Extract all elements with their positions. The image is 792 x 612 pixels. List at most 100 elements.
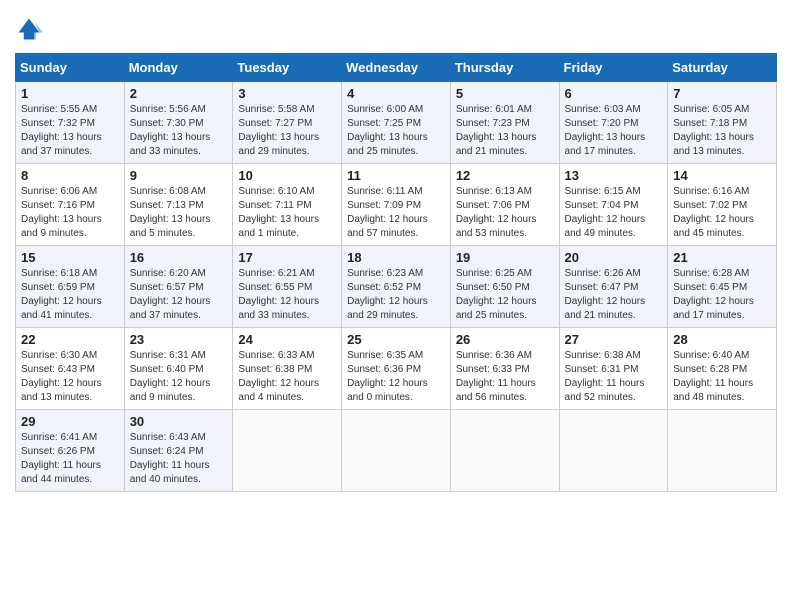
- calendar-cell: 2 Sunrise: 5:56 AM Sunset: 7:30 PM Daylig…: [124, 82, 233, 164]
- calendar-cell: 11Sunrise: 6:11 AM Sunset: 7:09 PM Dayli…: [342, 164, 451, 246]
- day-number: 4: [347, 86, 445, 101]
- day-number: 9: [130, 168, 228, 183]
- calendar-cell: 13Sunrise: 6:15 AM Sunset: 7:04 PM Dayli…: [559, 164, 668, 246]
- day-number: 27: [565, 332, 663, 347]
- calendar-cell: 17 Sunrise: 6:21 AM Sunset: 6:55 PM Dayli…: [233, 246, 342, 328]
- day-info: Sunrise: 6:43 AM Sunset: 6:24 PM Dayligh…: [130, 431, 228, 487]
- day-info: Sunrise: 6:25 AM Sunset: 6:50 PM Dayligh…: [456, 267, 554, 323]
- calendar-cell: 20 Sunrise: 6:26 AM Sunset: 6:47 PM Dayli…: [559, 246, 668, 328]
- day-info: Sunrise: 5:58 AM Sunset: 7:27 PM Dayligh…: [238, 103, 336, 159]
- day-number: 29: [21, 414, 119, 429]
- calendar-cell: 6 Sunrise: 6:03 AM Sunset: 7:20 PM Daylig…: [559, 82, 668, 164]
- day-info: Sunrise: 5:56 AM Sunset: 7:30 PM Dayligh…: [130, 103, 228, 159]
- calendar-cell: 28 Sunrise: 6:40 AM Sunset: 6:28 PM Dayli…: [668, 328, 777, 410]
- calendar-cell: 3 Sunrise: 5:58 AM Sunset: 7:27 PM Daylig…: [233, 82, 342, 164]
- day-number: 23: [130, 332, 228, 347]
- calendar-cell: [233, 410, 342, 492]
- calendar-cell: 16 Sunrise: 6:20 AM Sunset: 6:57 PM Dayli…: [124, 246, 233, 328]
- day-number: 28: [673, 332, 771, 347]
- calendar-cell: 30Sunrise: 6:43 AM Sunset: 6:24 PM Dayli…: [124, 410, 233, 492]
- day-info: Sunrise: 6:20 AM Sunset: 6:57 PM Dayligh…: [130, 267, 228, 323]
- calendar-cell: 14Sunrise: 6:16 AM Sunset: 7:02 PM Dayli…: [668, 164, 777, 246]
- calendar-cell: 27Sunrise: 6:38 AM Sunset: 6:31 PM Dayli…: [559, 328, 668, 410]
- day-number: 14: [673, 168, 771, 183]
- logo: [15, 15, 47, 43]
- calendar-cell: [342, 410, 451, 492]
- calendar-cell: [450, 410, 559, 492]
- day-info: Sunrise: 5:55 AM Sunset: 7:32 PM Dayligh…: [21, 103, 119, 159]
- calendar-cell: [559, 410, 668, 492]
- day-info: Sunrise: 6:08 AM Sunset: 7:13 PM Dayligh…: [130, 185, 228, 241]
- day-info: Sunrise: 6:01 AM Sunset: 7:23 PM Dayligh…: [456, 103, 554, 159]
- day-info: Sunrise: 6:41 AM Sunset: 6:26 PM Dayligh…: [21, 431, 119, 487]
- day-number: 21: [673, 250, 771, 265]
- calendar-cell: 1 Sunrise: 5:55 AM Sunset: 7:32 PM Daylig…: [16, 82, 125, 164]
- calendar-cell: 5 Sunrise: 6:01 AM Sunset: 7:23 PM Daylig…: [450, 82, 559, 164]
- day-number: 6: [565, 86, 663, 101]
- day-info: Sunrise: 6:28 AM Sunset: 6:45 PM Dayligh…: [673, 267, 771, 323]
- calendar-cell: 7 Sunrise: 6:05 AM Sunset: 7:18 PM Daylig…: [668, 82, 777, 164]
- calendar-week-row: 22 Sunrise: 6:30 AM Sunset: 6:43 PM Dayli…: [16, 328, 777, 410]
- day-number: 22: [21, 332, 119, 347]
- day-number: 20: [565, 250, 663, 265]
- day-info: Sunrise: 6:33 AM Sunset: 6:38 PM Dayligh…: [238, 349, 336, 405]
- day-number: 17: [238, 250, 336, 265]
- day-number: 2: [130, 86, 228, 101]
- calendar-cell: 4 Sunrise: 6:00 AM Sunset: 7:25 PM Daylig…: [342, 82, 451, 164]
- calendar-week-row: 1 Sunrise: 5:55 AM Sunset: 7:32 PM Daylig…: [16, 82, 777, 164]
- day-info: Sunrise: 6:26 AM Sunset: 6:47 PM Dayligh…: [565, 267, 663, 323]
- day-of-week-header: Monday: [124, 54, 233, 82]
- day-info: Sunrise: 6:30 AM Sunset: 6:43 PM Dayligh…: [21, 349, 119, 405]
- day-info: Sunrise: 6:05 AM Sunset: 7:18 PM Dayligh…: [673, 103, 771, 159]
- calendar-week-row: 15 Sunrise: 6:18 AM Sunset: 6:59 PM Dayli…: [16, 246, 777, 328]
- day-of-week-header: Friday: [559, 54, 668, 82]
- day-number: 15: [21, 250, 119, 265]
- day-number: 8: [21, 168, 119, 183]
- day-number: 13: [565, 168, 663, 183]
- calendar-cell: 10 Sunrise: 6:10 AM Sunset: 7:11 PM Dayli…: [233, 164, 342, 246]
- calendar-cell: 22 Sunrise: 6:30 AM Sunset: 6:43 PM Dayli…: [16, 328, 125, 410]
- day-of-week-header: Wednesday: [342, 54, 451, 82]
- calendar-cell: 29 Sunrise: 6:41 AM Sunset: 6:26 PM Dayli…: [16, 410, 125, 492]
- calendar-cell: 24 Sunrise: 6:33 AM Sunset: 6:38 PM Dayli…: [233, 328, 342, 410]
- calendar-cell: 19Sunrise: 6:25 AM Sunset: 6:50 PM Dayli…: [450, 246, 559, 328]
- day-number: 5: [456, 86, 554, 101]
- day-info: Sunrise: 6:10 AM Sunset: 7:11 PM Dayligh…: [238, 185, 336, 241]
- day-info: Sunrise: 6:23 AM Sunset: 6:52 PM Dayligh…: [347, 267, 445, 323]
- day-info: Sunrise: 6:21 AM Sunset: 6:55 PM Dayligh…: [238, 267, 336, 323]
- calendar-cell: 23 Sunrise: 6:31 AM Sunset: 6:40 PM Dayli…: [124, 328, 233, 410]
- day-number: 16: [130, 250, 228, 265]
- calendar-cell: 21 Sunrise: 6:28 AM Sunset: 6:45 PM Dayli…: [668, 246, 777, 328]
- day-number: 24: [238, 332, 336, 347]
- day-number: 18: [347, 250, 445, 265]
- day-of-week-header: Saturday: [668, 54, 777, 82]
- day-info: Sunrise: 6:18 AM Sunset: 6:59 PM Dayligh…: [21, 267, 119, 323]
- day-of-week-header: Thursday: [450, 54, 559, 82]
- calendar-cell: 18 Sunrise: 6:23 AM Sunset: 6:52 PM Dayli…: [342, 246, 451, 328]
- calendar-cell: [668, 410, 777, 492]
- day-info: Sunrise: 6:03 AM Sunset: 7:20 PM Dayligh…: [565, 103, 663, 159]
- day-info: Sunrise: 6:13 AM Sunset: 7:06 PM Dayligh…: [456, 185, 554, 241]
- calendar-week-row: 29 Sunrise: 6:41 AM Sunset: 6:26 PM Dayli…: [16, 410, 777, 492]
- calendar-header-row: SundayMondayTuesdayWednesdayThursdayFrid…: [16, 54, 777, 82]
- day-number: 26: [456, 332, 554, 347]
- day-info: Sunrise: 6:40 AM Sunset: 6:28 PM Dayligh…: [673, 349, 771, 405]
- day-of-week-header: Tuesday: [233, 54, 342, 82]
- day-info: Sunrise: 6:36 AM Sunset: 6:33 PM Dayligh…: [456, 349, 554, 405]
- calendar-table: SundayMondayTuesdayWednesdayThursdayFrid…: [15, 53, 777, 492]
- day-number: 1: [21, 86, 119, 101]
- day-info: Sunrise: 6:31 AM Sunset: 6:40 PM Dayligh…: [130, 349, 228, 405]
- page-header: [15, 15, 777, 43]
- day-number: 3: [238, 86, 336, 101]
- calendar-week-row: 8 Sunrise: 6:06 AM Sunset: 7:16 PM Daylig…: [16, 164, 777, 246]
- day-info: Sunrise: 6:11 AM Sunset: 7:09 PM Dayligh…: [347, 185, 445, 241]
- day-info: Sunrise: 6:35 AM Sunset: 6:36 PM Dayligh…: [347, 349, 445, 405]
- day-number: 7: [673, 86, 771, 101]
- day-info: Sunrise: 6:00 AM Sunset: 7:25 PM Dayligh…: [347, 103, 445, 159]
- calendar-cell: 25 Sunrise: 6:35 AM Sunset: 6:36 PM Dayli…: [342, 328, 451, 410]
- day-number: 25: [347, 332, 445, 347]
- day-number: 12: [456, 168, 554, 183]
- calendar-cell: 12 Sunrise: 6:13 AM Sunset: 7:06 PM Dayli…: [450, 164, 559, 246]
- day-info: Sunrise: 6:06 AM Sunset: 7:16 PM Dayligh…: [21, 185, 119, 241]
- day-number: 10: [238, 168, 336, 183]
